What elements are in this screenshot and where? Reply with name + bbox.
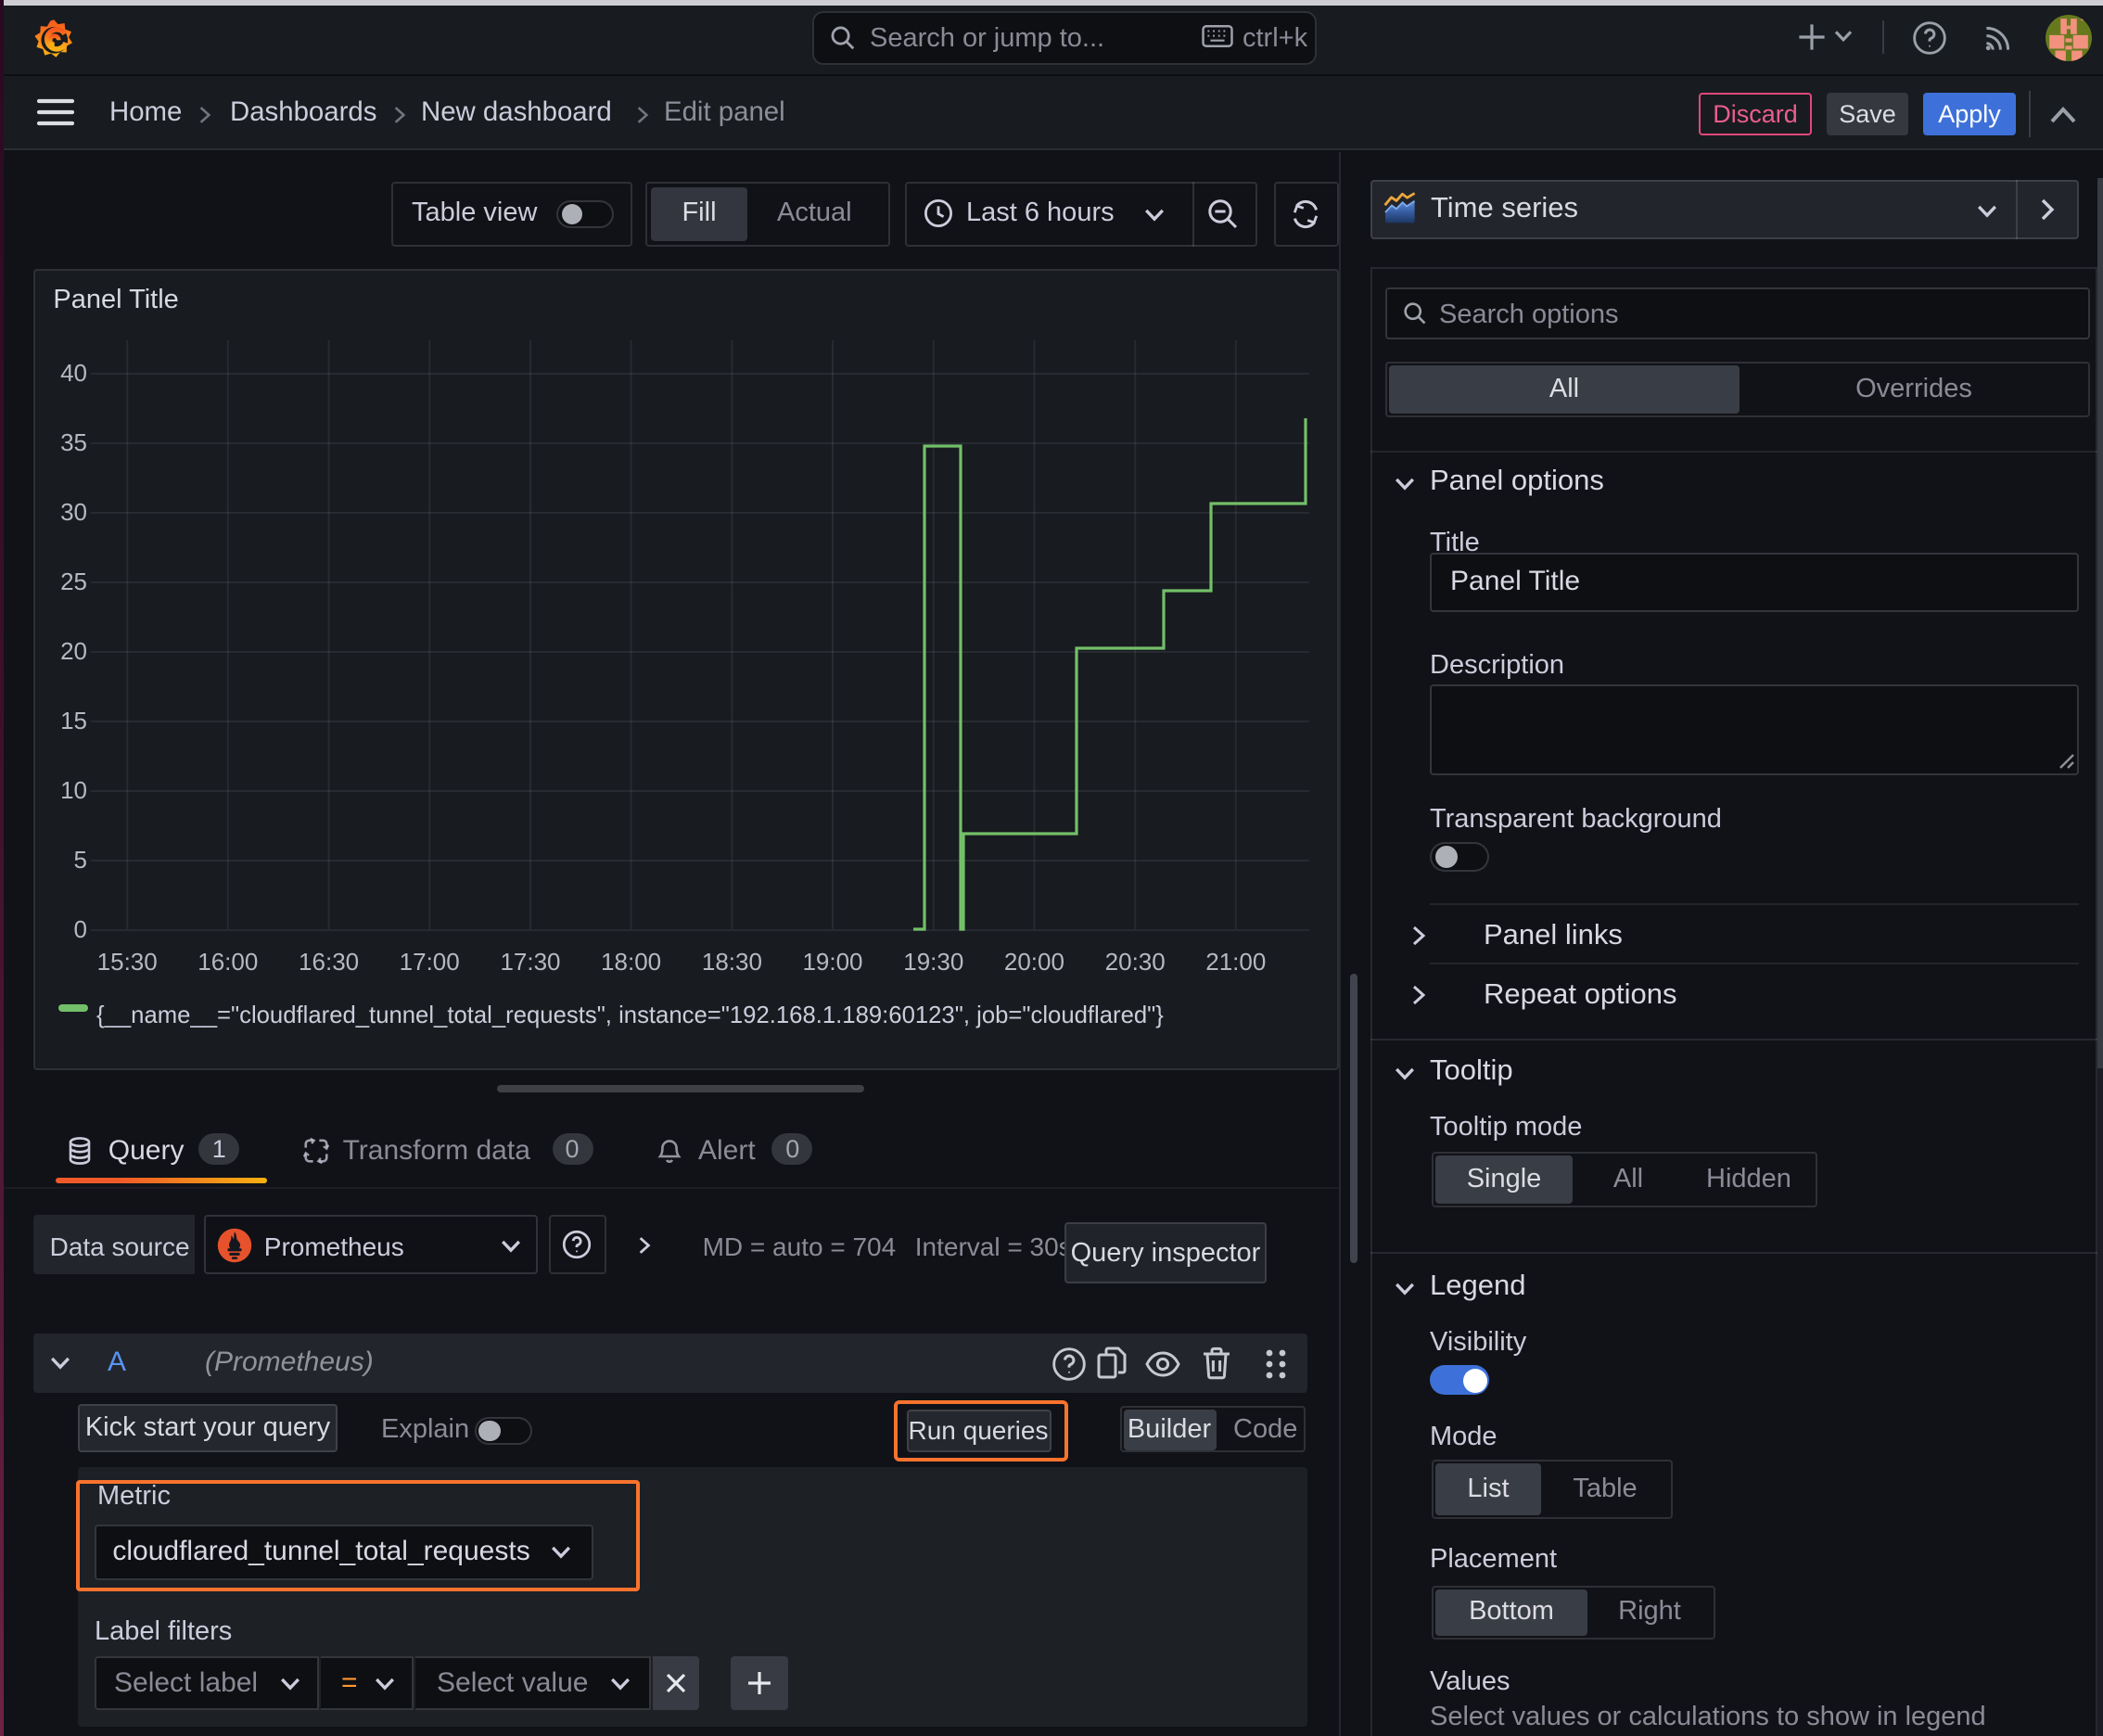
- svg-text:18:00: 18:00: [601, 947, 661, 975]
- svg-text:15: 15: [60, 706, 87, 734]
- svg-text:15:30: 15:30: [97, 947, 158, 975]
- svg-text:19:30: 19:30: [903, 947, 963, 975]
- svg-text:20:00: 20:00: [1004, 947, 1064, 975]
- svg-text:30: 30: [60, 497, 87, 525]
- svg-text:16:00: 16:00: [198, 947, 258, 975]
- svg-text:{__name__="cloudflared_tunnel_: {__name__="cloudflared_tunnel_total_requ…: [96, 1002, 1164, 1028]
- svg-text:40: 40: [60, 358, 87, 386]
- svg-text:17:00: 17:00: [400, 947, 460, 975]
- svg-text:17:30: 17:30: [500, 947, 560, 975]
- svg-text:5: 5: [74, 845, 87, 873]
- svg-text:19:00: 19:00: [802, 947, 862, 975]
- svg-text:20:30: 20:30: [1105, 947, 1166, 975]
- svg-text:10: 10: [60, 775, 87, 803]
- svg-text:16:30: 16:30: [299, 947, 359, 975]
- svg-text:0: 0: [74, 914, 87, 942]
- svg-text:21:00: 21:00: [1205, 947, 1266, 975]
- svg-text:18:30: 18:30: [702, 947, 762, 975]
- svg-text:25: 25: [60, 567, 87, 594]
- svg-text:35: 35: [60, 428, 87, 455]
- svg-text:20: 20: [60, 636, 87, 664]
